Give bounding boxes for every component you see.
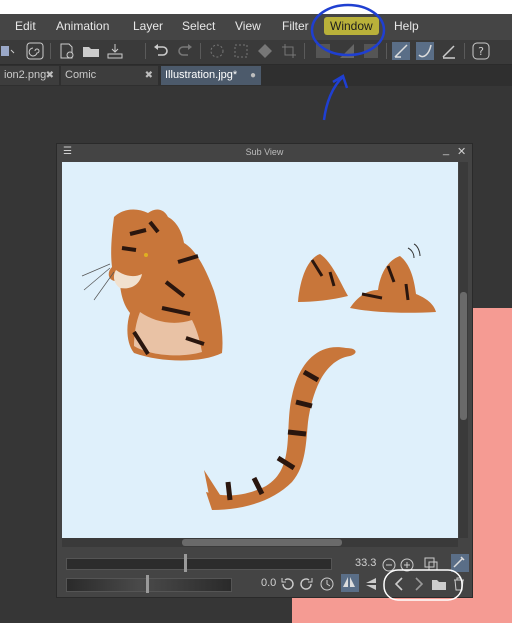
menu-edit[interactable]: Edit — [15, 19, 36, 33]
zoom-slider-thumb[interactable] — [184, 554, 187, 572]
flip-horizontal-icon[interactable] — [341, 574, 359, 592]
horizontal-scrollbar[interactable] — [62, 538, 458, 547]
stroke-correction-icon[interactable] — [440, 42, 458, 60]
eraser-icon[interactable] — [416, 42, 434, 60]
scrollbar-thumb[interactable] — [460, 292, 467, 420]
menu-window[interactable]: Window — [324, 17, 379, 35]
close-tab-icon[interactable]: ✖ — [145, 66, 153, 85]
close-icon[interactable]: ✕ — [457, 145, 466, 158]
zoom-value: 33.3 — [355, 557, 377, 569]
new-canvas-icon[interactable] — [58, 42, 76, 60]
scrollbar-thumb[interactable] — [182, 539, 342, 546]
stroke-icon[interactable] — [362, 42, 380, 60]
menu-animation[interactable]: Animation — [56, 19, 109, 33]
panel-title: Sub View — [245, 147, 284, 157]
unsaved-dot-icon[interactable]: ● — [250, 66, 256, 85]
delete-icon[interactable] — [451, 576, 467, 592]
toolbar-separator — [50, 43, 51, 59]
selection-icon[interactable] — [208, 42, 226, 60]
menu-select[interactable]: Select — [182, 19, 215, 33]
toolbar-separator — [145, 43, 146, 59]
sub-view-panel: ☰ Sub View _ ✕ 33.3 0.0 — [56, 143, 473, 598]
brush-icon[interactable] — [392, 42, 410, 60]
reset-rotation-icon[interactable] — [319, 576, 335, 592]
eyedropper-icon[interactable] — [451, 554, 469, 572]
pen-tool-icon[interactable] — [0, 42, 18, 60]
next-icon[interactable] — [411, 576, 427, 592]
grid-icon[interactable] — [314, 42, 332, 60]
transform-icon[interactable] — [232, 42, 250, 60]
tab-label: Illustration.jpg* — [165, 69, 238, 81]
rotate-right-icon[interactable] — [299, 576, 315, 592]
sub-view-image[interactable] — [62, 162, 458, 538]
redo-icon[interactable] — [176, 42, 194, 60]
toolbar-separator — [464, 43, 465, 59]
svg-text:?: ? — [478, 45, 484, 58]
crop-icon[interactable] — [280, 42, 298, 60]
vertical-scrollbar[interactable] — [459, 162, 468, 538]
tab-ion2-png[interactable]: ion2.png ✖ — [0, 66, 59, 85]
zoom-out-icon[interactable] — [381, 557, 397, 573]
flip-vertical-icon[interactable] — [363, 576, 379, 592]
import-folder-icon[interactable] — [431, 576, 447, 592]
ruler-icon[interactable] — [338, 42, 356, 60]
top-white-strip — [0, 0, 512, 14]
open-folder-icon[interactable] — [82, 42, 100, 60]
previous-icon[interactable] — [391, 576, 407, 592]
rotation-slider-thumb[interactable] — [146, 575, 149, 593]
rotate-left-icon[interactable] — [279, 576, 295, 592]
menu-help[interactable]: Help — [394, 19, 419, 33]
rotation-value: 0.0 — [261, 577, 277, 589]
tab-label: Comic — [65, 69, 97, 81]
fit-icon[interactable] — [423, 556, 439, 572]
save-icon[interactable] — [106, 42, 124, 60]
tab-label: ion2.png — [4, 69, 47, 81]
spiral-icon[interactable] — [26, 42, 44, 60]
undo-icon[interactable] — [152, 42, 170, 60]
help-icon[interactable]: ? — [472, 42, 490, 60]
tiger-reference-image — [81, 209, 436, 510]
minimize-icon[interactable]: _ — [443, 144, 449, 156]
tab-comic[interactable]: Comic ✖ — [61, 66, 158, 85]
menu-layer[interactable]: Layer — [133, 19, 163, 33]
menu-filter[interactable]: Filter — [282, 19, 309, 33]
zoom-slider[interactable] — [66, 558, 332, 570]
document-tabs: ion2.png ✖ Comic ✖ Illustration.jpg* ● — [0, 65, 512, 86]
menu-bar: Edit Animation Layer Select View Filter … — [0, 14, 512, 40]
toolbar-separator — [386, 43, 387, 59]
zoom-in-icon[interactable] — [399, 557, 415, 573]
menu-view[interactable]: View — [235, 19, 261, 33]
rotation-slider[interactable] — [66, 578, 232, 592]
close-tab-icon[interactable]: ✖ — [46, 66, 54, 85]
toolbar-separator — [200, 43, 201, 59]
tab-illustration-jpg[interactable]: Illustration.jpg* ● — [161, 66, 261, 85]
fill-icon[interactable] — [256, 42, 274, 60]
command-toolbar: ? — [0, 40, 512, 65]
toolbar-separator — [304, 43, 305, 59]
